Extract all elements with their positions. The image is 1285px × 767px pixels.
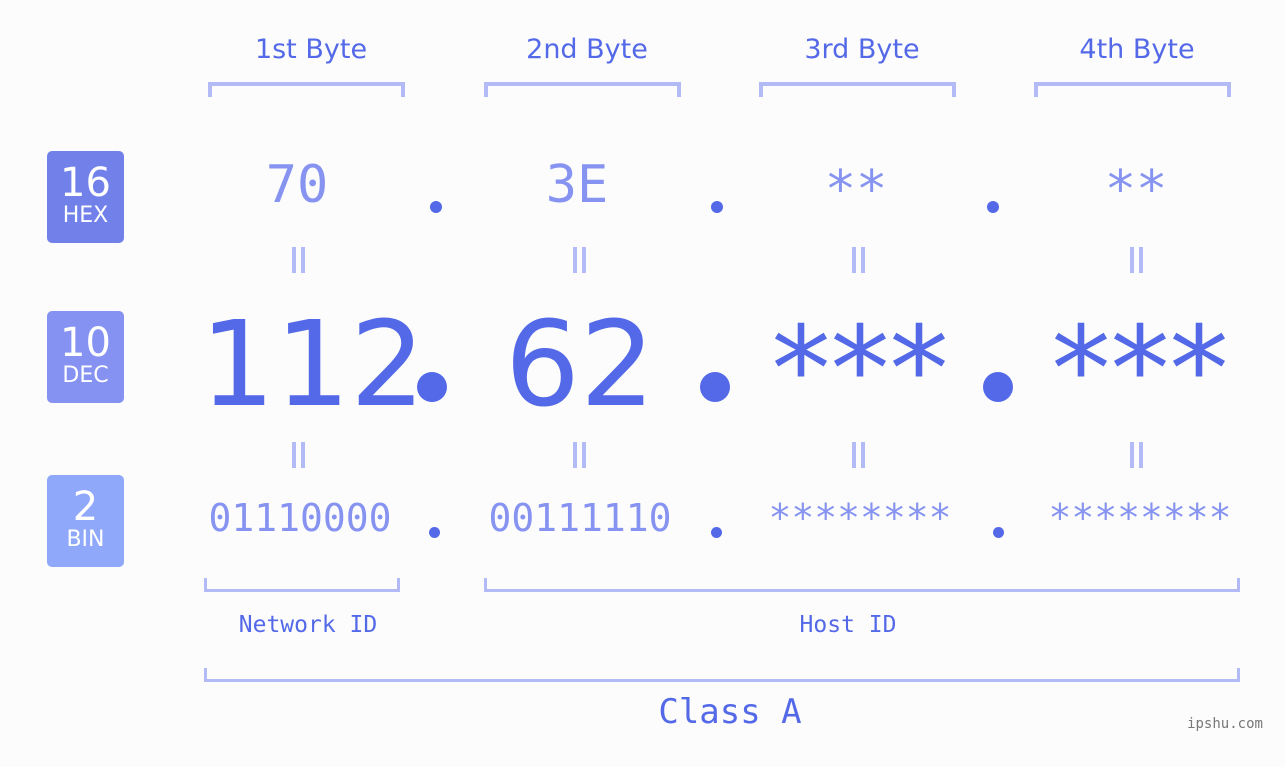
byte-bracket-3	[759, 82, 956, 97]
dec-value-3: ***	[771, 300, 949, 438]
dec-separator-dot	[417, 372, 447, 402]
hex-value-4: **	[1104, 160, 1168, 220]
byte-bracket-2	[484, 82, 681, 97]
bin-value-3: ********	[768, 496, 952, 540]
byte-title-1: 1st Byte	[254, 34, 368, 65]
hex-base-number: 16	[60, 160, 111, 206]
bin-separator-dot	[429, 527, 440, 538]
hex-value-1: 70	[265, 155, 329, 215]
class-label: Class A	[658, 692, 802, 732]
dec-base-label: DEC	[62, 363, 109, 388]
bin-separator-dot	[993, 527, 1004, 538]
dec-value-2: 62	[504, 295, 656, 433]
byte-bracket-4	[1034, 82, 1231, 97]
equals-icon	[571, 442, 587, 468]
bin-badge: 2 BIN	[47, 475, 124, 567]
equals-icon	[1128, 442, 1144, 468]
equals-icon	[571, 247, 587, 273]
equals-icon	[1128, 247, 1144, 273]
byte-title-2: 2nd Byte	[526, 34, 648, 65]
byte-title-4: 4th Byte	[1079, 34, 1195, 65]
byte-bracket-1	[208, 82, 405, 97]
host-id-bracket	[484, 578, 1240, 592]
dec-value-4: ***	[1051, 300, 1229, 438]
dec-separator-dot	[983, 372, 1013, 402]
host-id-label: Host ID	[799, 612, 897, 638]
dec-separator-dot	[700, 372, 730, 402]
dec-value-1: 112	[200, 295, 426, 433]
bin-base-number: 2	[72, 484, 99, 530]
class-bracket	[204, 668, 1240, 682]
bin-base-label: BIN	[66, 527, 105, 552]
hex-base-label: HEX	[62, 203, 109, 228]
dec-base-number: 10	[60, 320, 111, 366]
network-id-bracket	[204, 578, 400, 592]
hex-badge: 16 HEX	[47, 151, 124, 243]
bin-value-1: 01110000	[208, 496, 392, 540]
hex-separator-dot	[430, 201, 442, 213]
bin-separator-dot	[711, 527, 722, 538]
equals-icon	[850, 247, 866, 273]
hex-separator-dot	[711, 201, 723, 213]
hex-value-2: 3E	[545, 155, 609, 215]
watermark: ipshu.com	[1187, 716, 1263, 732]
hex-value-3: **	[824, 160, 888, 220]
dec-badge: 10 DEC	[47, 311, 124, 403]
equals-icon	[290, 442, 306, 468]
equals-icon	[850, 442, 866, 468]
bin-value-4: ********	[1048, 496, 1232, 540]
hex-separator-dot	[987, 201, 999, 213]
network-id-label: Network ID	[238, 612, 378, 638]
equals-icon	[290, 247, 306, 273]
bin-value-2: 00111110	[488, 496, 672, 540]
byte-title-3: 3rd Byte	[804, 34, 920, 65]
